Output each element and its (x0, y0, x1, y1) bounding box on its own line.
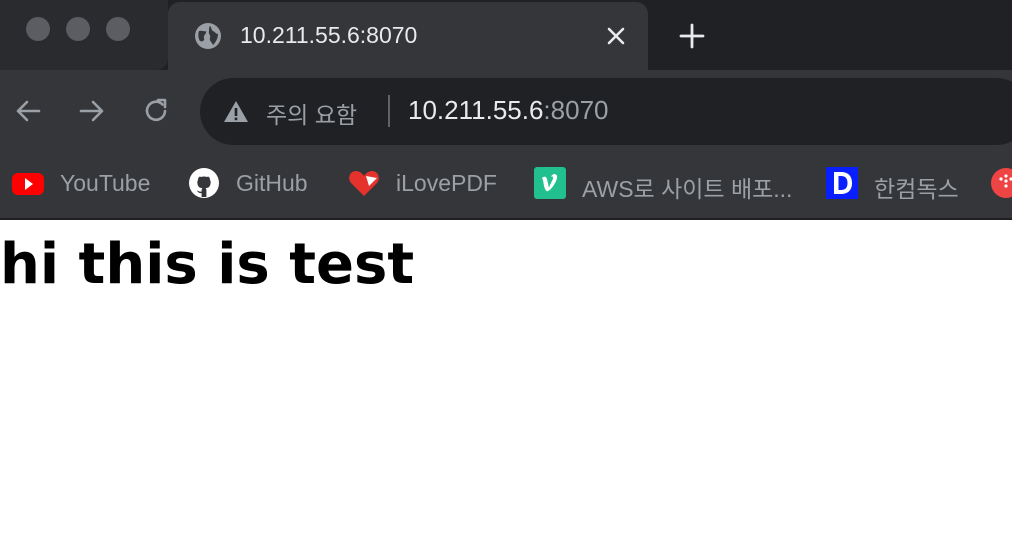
ilovepdf-icon (349, 171, 379, 196)
security-status-label[interactable]: 주의 요함 (266, 96, 357, 130)
github-icon (189, 168, 219, 198)
window-minimize-button[interactable] (66, 17, 90, 41)
address-bar[interactable]: 주의 요함 10.211.55.6:8070 (200, 78, 1012, 145)
bookmark-ilovepdf[interactable]: iLovePDF (348, 166, 508, 200)
url-host: 10.211.55.6 (408, 95, 544, 125)
close-icon[interactable] (602, 22, 630, 50)
bookmark-label: iLovePDF (396, 170, 497, 196)
bookmark-youtube[interactable]: YouTube (12, 166, 160, 200)
reload-icon[interactable] (140, 95, 172, 127)
bookmark-aws-deploy[interactable]: AWS로 사이트 배포... (534, 166, 800, 202)
url-text[interactable]: 10.211.55.6:8070 (408, 95, 609, 126)
toolbar: 주의 요함 10.211.55.6:8070 (0, 70, 1012, 152)
page-content: hi this is test (0, 220, 1012, 548)
tab-strip: 10.211.55.6:8070 (0, 0, 1012, 70)
omnibox-divider (388, 95, 390, 127)
globe-icon (195, 23, 221, 49)
window-close-button[interactable] (26, 17, 50, 41)
bookmark-github[interactable]: GitHub (188, 166, 320, 200)
app-icon (991, 168, 1012, 198)
bookmark-label: GitHub (236, 170, 308, 196)
bookmarks-bar: YouTube GitHub iLovePDF AWS로 사이트 배포... 한… (0, 152, 1012, 220)
page-heading: hi this is test (0, 232, 415, 297)
arrow-left-icon[interactable] (12, 95, 44, 127)
vimeo-icon (534, 167, 566, 199)
bookmark-label: 한컴독스 (874, 176, 959, 202)
hancom-docs-icon (826, 167, 858, 199)
bookmark-hancom-docs[interactable]: 한컴독스 (826, 166, 962, 202)
tab-title: 10.211.55.6:8070 (240, 22, 418, 48)
arrow-right-icon[interactable] (76, 95, 108, 127)
bookmark-label: YouTube (60, 170, 151, 196)
bookmark-app[interactable] (990, 166, 1012, 200)
bookmark-label: AWS로 사이트 배포... (582, 176, 793, 202)
window-zoom-button[interactable] (106, 17, 130, 41)
warning-icon[interactable] (222, 98, 250, 126)
tab-active[interactable]: 10.211.55.6:8070 (168, 2, 648, 70)
youtube-icon (12, 173, 44, 195)
plus-icon[interactable] (678, 22, 706, 50)
browser-window: 10.211.55.6:8070 주의 요함 10.211.55.6:8070 … (0, 0, 1012, 548)
url-port: :8070 (543, 95, 609, 125)
